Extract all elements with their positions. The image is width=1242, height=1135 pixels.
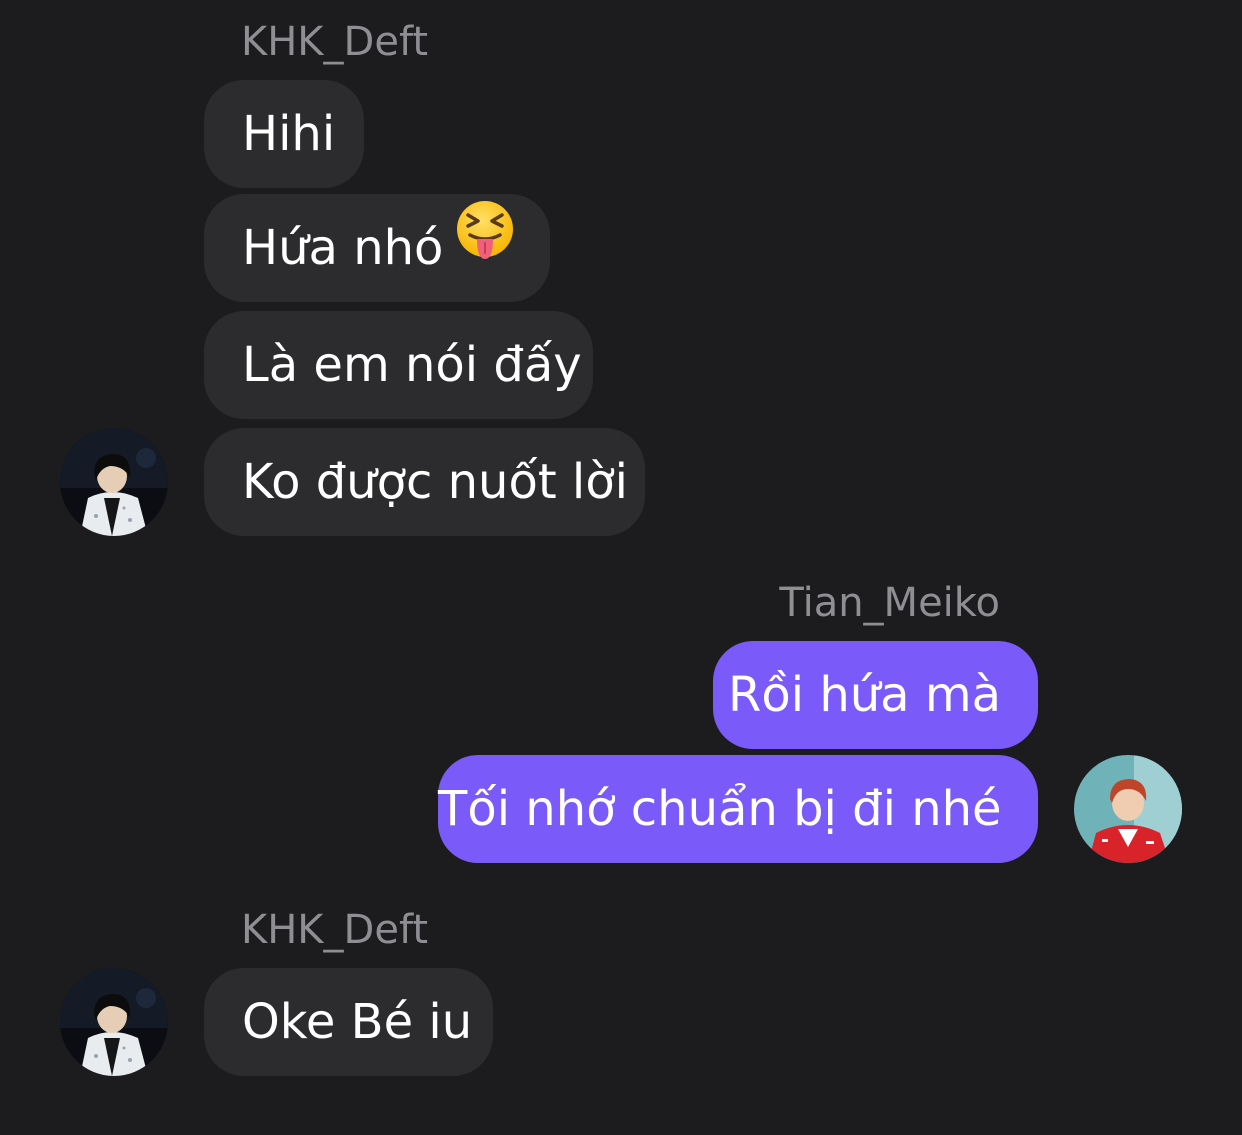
message-text: Rồi hứa mà [728, 667, 1001, 723]
sender-name: KHK_Deft [241, 907, 429, 953]
squinting-face-with-tongue-icon [455, 193, 515, 301]
avatar[interactable] [60, 428, 168, 536]
avatar-meiko-icon [1074, 755, 1182, 863]
avatar-deft-icon [60, 428, 168, 536]
message-text: Hứa nhó [242, 220, 444, 276]
avatar[interactable] [60, 968, 168, 1076]
sender-name: Tian_Meiko [779, 580, 1000, 626]
message-bubble[interactable]: Là em nói đấy [204, 311, 593, 419]
sender-name: KHK_Deft [241, 19, 429, 65]
avatar[interactable] [1074, 755, 1182, 863]
message-text: Tối nhớ chuẩn bị đi nhé [438, 781, 1002, 837]
message-bubble[interactable]: Ko được nuốt lời [204, 428, 645, 536]
message-text: Ko được nuốt lời [242, 454, 628, 510]
avatar-deft-icon [60, 968, 168, 1076]
message-bubble[interactable]: Rồi hứa mà [713, 641, 1038, 749]
message-text: Oke Bé iu [242, 994, 473, 1050]
message-bubble[interactable]: Hihi [204, 80, 364, 188]
message-bubble[interactable]: Hứa nhó [204, 194, 550, 302]
message-text: Là em nói đấy [242, 337, 582, 393]
message-bubble[interactable]: Oke Bé iu [204, 968, 493, 1076]
message-bubble[interactable]: Tối nhớ chuẩn bị đi nhé [438, 755, 1038, 863]
message-text: Hihi [242, 106, 336, 162]
